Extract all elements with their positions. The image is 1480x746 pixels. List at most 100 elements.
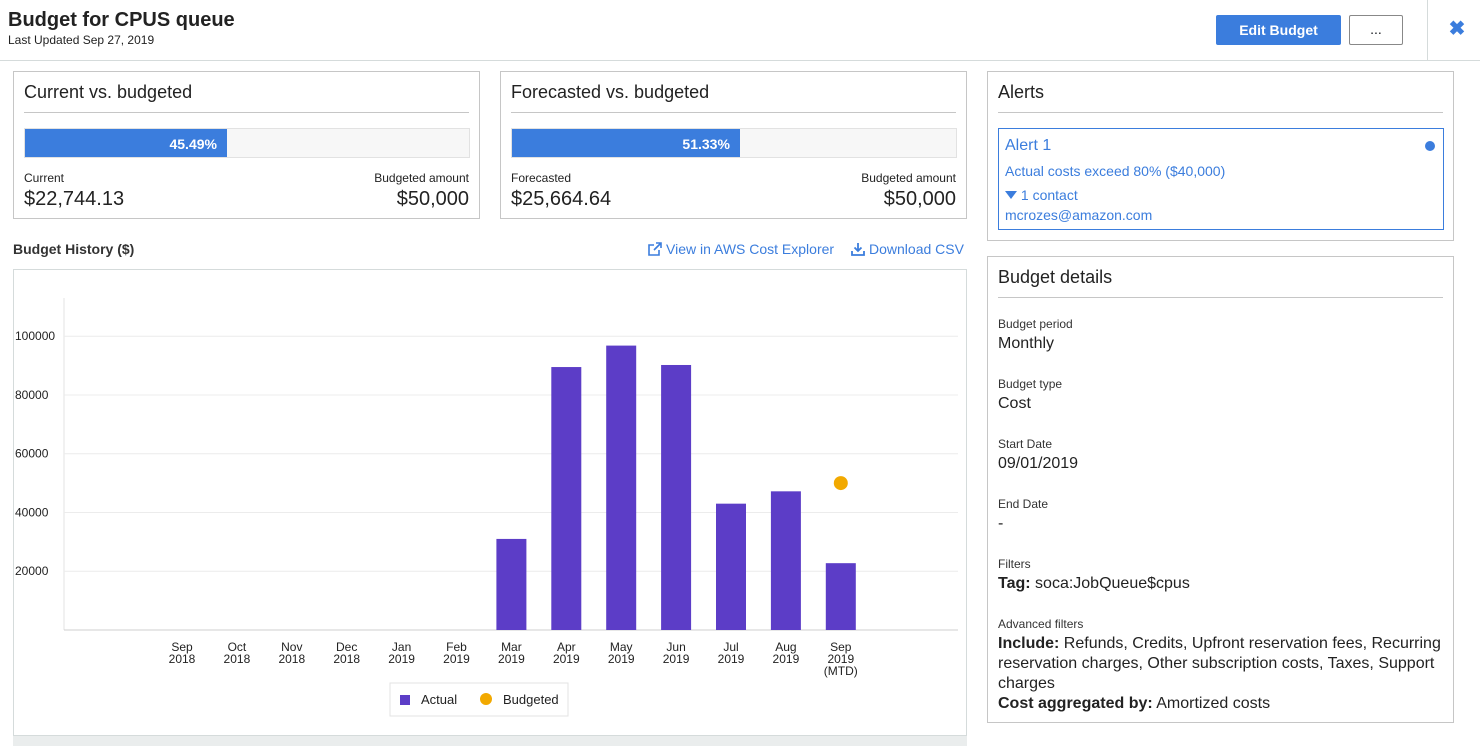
budget-type-value: Cost [998, 395, 1031, 412]
chart-svg: 20000 40000 60000 80000 100000 Sep2018Oct201… [15, 298, 958, 717]
filters-label: Filters [998, 557, 1031, 571]
legend-actual-swatch [400, 695, 410, 705]
x-tick-label: 2019 [718, 652, 745, 666]
download-icon [851, 243, 865, 256]
current-vs-budgeted-panel: Current vs. budgeted 45.49% Current $22,… [13, 71, 480, 219]
budgeted-amount-value: $50,000 [883, 188, 956, 210]
x-tick-label: 2019 [443, 652, 470, 666]
more-actions-button[interactable]: ... [1349, 15, 1403, 45]
alert-description: Actual costs exceed 80% ($40,000) [1005, 163, 1226, 179]
bar-actual [606, 345, 637, 630]
contact-email[interactable]: mcrozes@amazon.com [1005, 207, 1152, 223]
bars [496, 345, 856, 630]
external-link-icon [648, 242, 662, 256]
panel-title: Current vs. budgeted [24, 82, 193, 102]
last-updated-text: Last Updated Sep 27, 2019 [8, 33, 155, 47]
x-tick-label: 2019 [553, 652, 580, 666]
view-in-cost-explorer-link[interactable]: View in AWS Cost Explorer [648, 241, 834, 257]
alert-name[interactable]: Alert 1 [1005, 137, 1051, 155]
x-axis: Sep2018Oct2018Nov2018Dec2018Jan2019Feb20… [169, 640, 858, 678]
legend-budgeted-label: Budgeted [503, 692, 559, 707]
y-tick-label: 100000 [15, 329, 55, 343]
chart-legend: Actual Budgeted [389, 682, 569, 717]
x-tick-label: 2019 [608, 652, 635, 666]
y-tick-label: 60000 [15, 447, 49, 461]
bar-actual [825, 563, 856, 630]
forecasted-value: $25,664.64 [511, 188, 612, 210]
filters-text: soca:JobQueue$cpus [1030, 575, 1190, 592]
x-tick-label: 2019 [773, 652, 800, 666]
filters-value: Tag: soca:JobQueue$cpus [998, 575, 1190, 593]
bar-actual [716, 503, 746, 630]
point-budgeted [833, 476, 848, 491]
contacts-toggle[interactable]: 1 contact [1005, 187, 1078, 203]
alert-status-dot [1425, 141, 1435, 151]
start-date-value: 09/01/2019 [998, 455, 1079, 472]
budget-period-value: Monthly [998, 335, 1055, 352]
download-csv-link[interactable]: Download CSV [851, 241, 964, 257]
filters-key: Tag: [998, 575, 1031, 592]
progress-percent: 45.49% [169, 136, 217, 152]
contacts-count: 1 contact [1020, 187, 1078, 203]
bar-actual [551, 367, 582, 630]
x-tick-label: 2019 [498, 652, 525, 666]
progress-fill: 51.33% [512, 129, 740, 157]
progress-fill: 45.49% [25, 129, 227, 157]
current-value: $22,744.13 [24, 188, 125, 210]
end-date-label: End Date [998, 497, 1049, 511]
y-tick-label: 80000 [15, 388, 49, 402]
forecast-progress-bar: 51.33% [511, 128, 957, 158]
view-link-label: View in AWS Cost Explorer [666, 241, 835, 257]
budget-details-panel: Budget details Budget period Monthly Bud… [987, 256, 1454, 723]
include-text: Refunds, Credits, Upfront reservation fe… [998, 635, 1441, 692]
divider [24, 112, 469, 113]
download-link-label: Download CSV [869, 241, 964, 257]
alerts-panel: Alerts Alert 1 Actual costs exceed 80% (… [987, 71, 1454, 241]
y-tick-label: 20000 [15, 564, 49, 578]
header-divider [1427, 0, 1428, 61]
budgeted-amount-label: Budgeted amount [861, 171, 956, 185]
include-key: Include: [998, 635, 1060, 652]
progress-percent: 51.33% [682, 136, 730, 152]
bar-actual [496, 538, 527, 630]
cost-aggregation: Cost aggregated by: Amortized costs [998, 694, 1448, 714]
bar-actual [661, 364, 692, 630]
close-icon[interactable]: ✖ [1446, 18, 1468, 40]
advanced-filters-label: Advanced filters [998, 617, 1084, 631]
budget-type-label: Budget type [998, 377, 1063, 391]
forecasted-label: Forecasted [511, 171, 572, 185]
caret-down-icon [1005, 191, 1017, 199]
budget-history-title: Budget History ($) [13, 241, 135, 257]
current-progress-bar: 45.49% [24, 128, 470, 158]
legend-budgeted-swatch [480, 693, 492, 705]
panel-title: Forecasted vs. budgeted [511, 82, 710, 102]
alert-card[interactable]: Alert 1 Actual costs exceed 80% ($40,000… [998, 128, 1444, 230]
panel-title: Budget details [998, 267, 1113, 287]
current-label: Current [24, 171, 65, 185]
x-tick-label: 2018 [333, 652, 360, 666]
x-tick-label: 2018 [224, 652, 251, 666]
advanced-filters-include: Include: Refunds, Credits, Upfront reser… [998, 634, 1448, 694]
end-date-value: - [998, 515, 1004, 532]
divider [998, 297, 1443, 298]
legend-actual-label: Actual [421, 692, 457, 707]
x-tick-label: 2018 [278, 652, 305, 666]
page-title: Budget for CPUS queue [8, 9, 235, 31]
budgeted-amount-label: Budgeted amount [374, 171, 469, 185]
divider [998, 112, 1443, 113]
budget-period-label: Budget period [998, 317, 1073, 331]
budgeted-amount-value: $50,000 [396, 188, 469, 210]
panel-title: Alerts [998, 82, 1045, 102]
y-axis: 20000 40000 60000 80000 100000 [15, 329, 55, 578]
chart-footer [13, 735, 967, 746]
x-tick-label: 2018 [169, 652, 196, 666]
aggregation-key: Cost aggregated by: [998, 695, 1153, 712]
edit-budget-button[interactable]: Edit Budget [1216, 15, 1341, 45]
x-tick-label: (MTD) [824, 664, 858, 678]
x-tick-label: 2019 [663, 652, 690, 666]
aggregation-text: Amortized costs [1152, 695, 1271, 712]
y-tick-label: 40000 [15, 505, 49, 519]
forecasted-vs-budgeted-panel: Forecasted vs. budgeted 51.33% Forecaste… [500, 71, 967, 219]
start-date-label: Start Date [998, 437, 1053, 451]
bar-actual [770, 491, 801, 630]
